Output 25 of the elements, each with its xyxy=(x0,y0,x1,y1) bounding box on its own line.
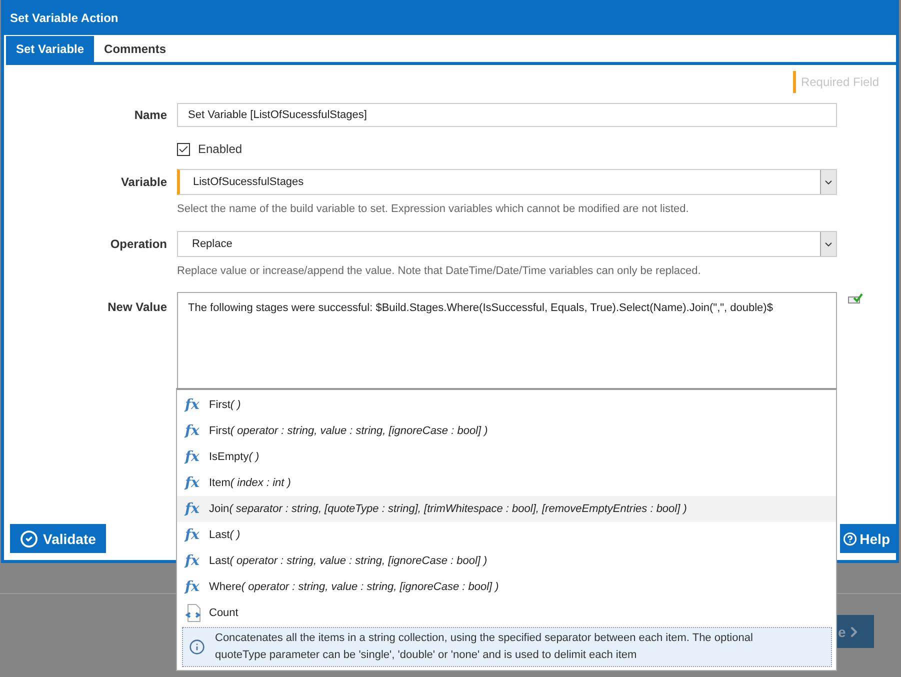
window-title: Set Variable Action xyxy=(10,10,118,24)
help-text: Select the name of the build variable to set. Expression variables which cannot be modified are not listed. xyxy=(177,202,690,217)
field-label: Name xyxy=(133,108,168,122)
name-field[interactable]: Set Variable [ListOfSucessfulStages] xyxy=(177,103,837,127)
check-circle-icon xyxy=(20,530,38,548)
help-icon xyxy=(842,532,857,546)
info-icon xyxy=(189,639,205,655)
document-icon xyxy=(185,604,202,622)
field-label: New Value xyxy=(106,299,168,314)
suggestion-item[interactable]: fx Join( separator : string, [quoteType : string], [trimWhitespace : bool], [removeEmptyEntries : bool] ) xyxy=(177,496,836,522)
checkbox-label: Enabled xyxy=(198,142,242,156)
field-label: Operation xyxy=(109,237,168,251)
dropdown-button[interactable] xyxy=(820,170,836,194)
field-label: Variable xyxy=(120,175,168,189)
help-text: Replace value or increase/append the value. Note that DateTime/Date/Time variables can only be replaced. xyxy=(177,264,702,279)
check-icon[interactable] xyxy=(848,293,863,304)
info-text: Concatenates all the items in a string collection, using the specified separator between each item. The optional quoteType parameter can be 'single', 'double' or 'none' and is used to delimit each item xyxy=(215,631,754,663)
select-field[interactable]: Replace xyxy=(177,231,837,257)
required-field-legend: Required Field xyxy=(792,71,879,93)
help-button[interactable]: Help xyxy=(840,524,896,553)
validate-button[interactable]: Validate xyxy=(10,524,106,553)
tab[interactable]: Set Variable xyxy=(6,36,94,62)
checkbox[interactable] xyxy=(177,142,190,156)
select-field[interactable]: ListOfSucessfulStages xyxy=(177,169,837,195)
dropdown-button[interactable] xyxy=(820,232,836,256)
